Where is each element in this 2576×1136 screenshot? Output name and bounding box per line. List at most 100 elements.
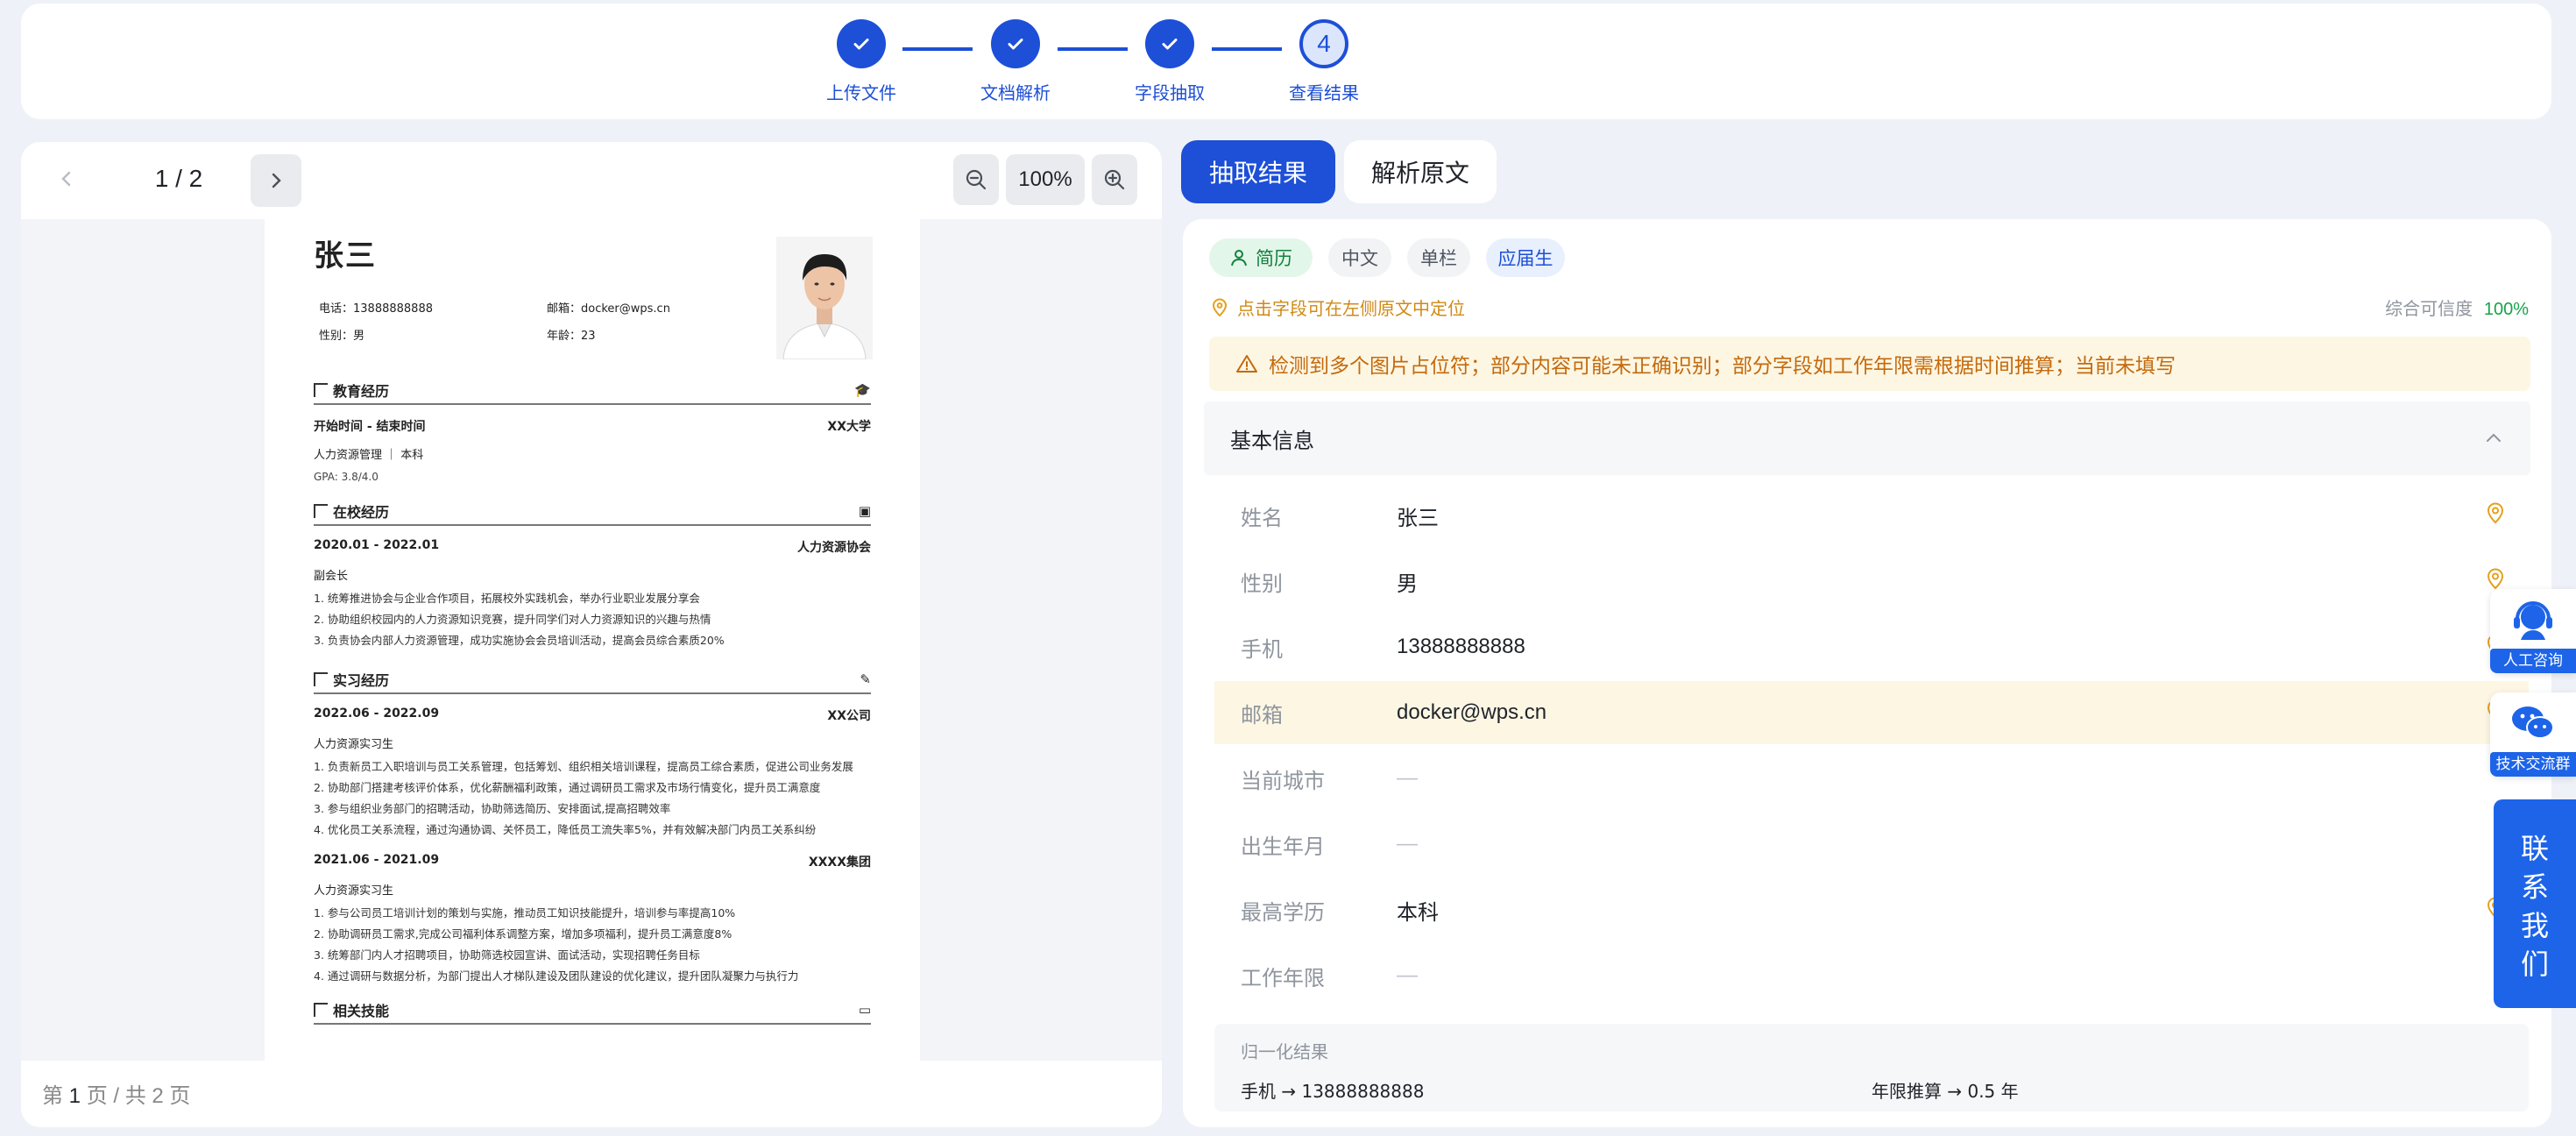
step-result[interactable]: 4 查看结果 [1271,19,1376,104]
field-value: 13888888888 [1397,635,1525,658]
education-row: 开始时间 - 结束时间 XX大学 [314,417,871,435]
warning-text: 检测到多个图片占位符；部分内容可能未正确识别；部分字段如工作年限需根据时间推算；… [1269,355,2176,378]
campus-org: 人力资源协会 [797,541,871,555]
field-key: 最高学历 [1241,899,1325,925]
zoom-out-button[interactable] [953,154,999,205]
normalized-items: 手机 → 13888888888 年限推算 → 0.5 年 [1241,1077,2502,1103]
book-icon: ▣ [858,503,871,519]
job-period: 2021.06 - 2021.09 [314,853,440,867]
list-item: 2. 协助部门搭建考核评价体系，优化薪酬福利政策，通过调研员工需求及市场行情变化… [314,781,821,794]
zoom-in-icon [1104,169,1125,190]
education-period: 开始时间 - 结束时间 [314,420,426,434]
job-row: 2022.06 - 2022.09 XX公司 [314,706,871,724]
location-pin-icon[interactable] [2485,501,2506,524]
skills-section-header: 相关技能 ▭ [314,999,871,1025]
field-value: — [1397,832,1418,856]
page-indicator: 1 / 2 [154,165,203,192]
footer-prefix: 第 [42,1084,63,1108]
list-item: 2. 协助组织校园内的人力资源知识竞赛，提升同学们对人力资源知识的兴趣与热情 [314,613,711,626]
campus-section-header: 在校经历 ▣ [314,501,871,526]
section-title: 相关技能 [314,999,389,1020]
field-key: 邮箱 [1241,702,1283,728]
footer-total-pages: 2 [152,1084,164,1108]
field-value: — [1397,766,1418,790]
list-item: 3. 负责协会内部人力资源管理，成功实施协会会员培训活动，提高会员综合素质20% [314,634,725,647]
tech-group-button[interactable]: 技术交流群 [2490,692,2576,777]
confidence: 综合可信度 100% [2385,295,2529,320]
step-extract[interactable]: 字段抽取 [1117,19,1222,104]
campus-list: 1. 统筹推进协会与企业合作项目，拓展校外实践机会，举办行业职业发展分享会 2.… [314,588,871,651]
doc-type-tag[interactable]: 简历 [1209,238,1313,277]
chevron-right-icon [272,173,281,188]
step-label: 查看结果 [1289,82,1359,103]
field-row-city[interactable]: 当前城市 — [1214,747,2529,810]
job-role: 人力资源实习生 [314,884,394,898]
list-item: 3. 统筹部门内人才招聘项目，协助筛选校园宣讲、面试活动，实现招聘任务目标 [314,948,700,962]
document-canvas[interactable]: 张三 电话：13888888888 邮箱：docker@wps.cn 性别：男 … [21,219,1162,1061]
resume-age: 年龄：23 [547,330,596,343]
confidence-label: 综合可信度 [2385,298,2473,319]
basic-info-header[interactable]: 基本信息 [1204,401,2530,475]
normalized-item: 年限推算 → 0.5 年 [1872,1081,2019,1102]
field-key: 性别 [1241,571,1283,596]
confidence-value: 100% [2483,300,2529,319]
step-label: 上传文件 [826,82,896,103]
zoom-out-icon [966,169,987,190]
check-icon [837,19,886,68]
chevron-left-icon [61,171,71,187]
section-title: 基本信息 [1230,428,1314,453]
normalized-title: 归一化结果 [1241,1041,1328,1062]
contact-char: 们 [2520,948,2549,981]
contact-us-button[interactable]: 联 系 我 们 [2494,799,2576,1008]
tech-group-label: 技术交流群 [2490,752,2576,777]
step-label: 文档解析 [980,82,1051,103]
job-role: 人力资源实习生 [314,738,394,751]
check-icon [991,19,1040,68]
field-value: docker@wps.cn [1397,700,1547,724]
field-row-education[interactable]: 最高学历 本科 [1214,878,2529,941]
document-viewer: 1 / 2 100% 张三 电话：13888888888 邮箱：docker@w… [21,142,1162,1127]
next-page-button[interactable] [251,154,301,207]
tab-raw-text[interactable]: 解析原文 [1344,140,1497,203]
field-row-gender[interactable]: 性别 男 [1214,550,2529,613]
step-upload[interactable]: 上传文件 [809,19,914,104]
language-tag: 中文 [1328,238,1391,277]
field-row-birth[interactable]: 出生年月 — [1214,813,2529,876]
field-row-phone[interactable]: 手机 13888888888 [1214,615,2529,678]
footer-middle: 页 / 共 [86,1084,146,1108]
prev-page-button[interactable] [42,154,91,203]
campus-role: 副会长 [314,570,349,583]
footer-current-page: 1 [68,1084,81,1108]
education-school: XX大学 [827,420,871,434]
hint-text: 点击字段可在左侧原文中定位 [1237,298,1465,319]
tag-label: 简历 [1256,248,1292,269]
step-connector [902,47,973,51]
progress-stepper: 上传文件 文档解析 字段抽取 4 查看结果 [21,4,2551,119]
campus-period: 2020.01 - 2022.01 [314,538,440,552]
resume-page: 张三 电话：13888888888 邮箱：docker@wps.cn 性别：男 … [265,219,920,1061]
field-key: 当前城市 [1241,768,1325,793]
field-row-name[interactable]: 姓名 张三 [1214,484,2529,547]
job-company: XX公司 [827,709,871,723]
education-gpa: GPA: 3.8/4.0 [314,471,379,483]
field-value: 张三 [1397,506,1439,530]
list-item: 1. 统筹推进协会与企业合作项目，拓展校外实践机会，举办行业职业发展分享会 [314,592,700,605]
education-major: 人力资源管理 ｜ 本科 [314,449,424,462]
field-row-work-years[interactable]: 工作年限 — [1214,944,2529,1007]
field-value: 本科 [1397,900,1439,925]
zoom-in-button[interactable] [1092,154,1137,205]
footer-suffix: 页 [169,1084,191,1108]
location-pin-icon[interactable] [2485,567,2506,590]
list-item: 4. 优化员工关系流程，通过沟通协调、关怀员工，降低员工流失率5%，并有效解决部… [314,823,817,836]
step-parse[interactable]: 文档解析 [963,19,1068,104]
step-number: 4 [1299,19,1348,68]
education-section-header: 教育经历 🎓 [314,380,871,405]
tab-extract-result[interactable]: 抽取结果 [1181,140,1335,203]
customer-service-button[interactable]: 人工咨询 [2490,589,2576,673]
field-row-email[interactable]: 邮箱 docker@wps.cn [1214,681,2529,744]
field-key: 出生年月 [1241,834,1325,859]
warning-icon [1236,355,1257,373]
user-icon [1231,250,1247,266]
field-value: — [1397,963,1418,987]
field-key: 手机 [1241,636,1283,662]
